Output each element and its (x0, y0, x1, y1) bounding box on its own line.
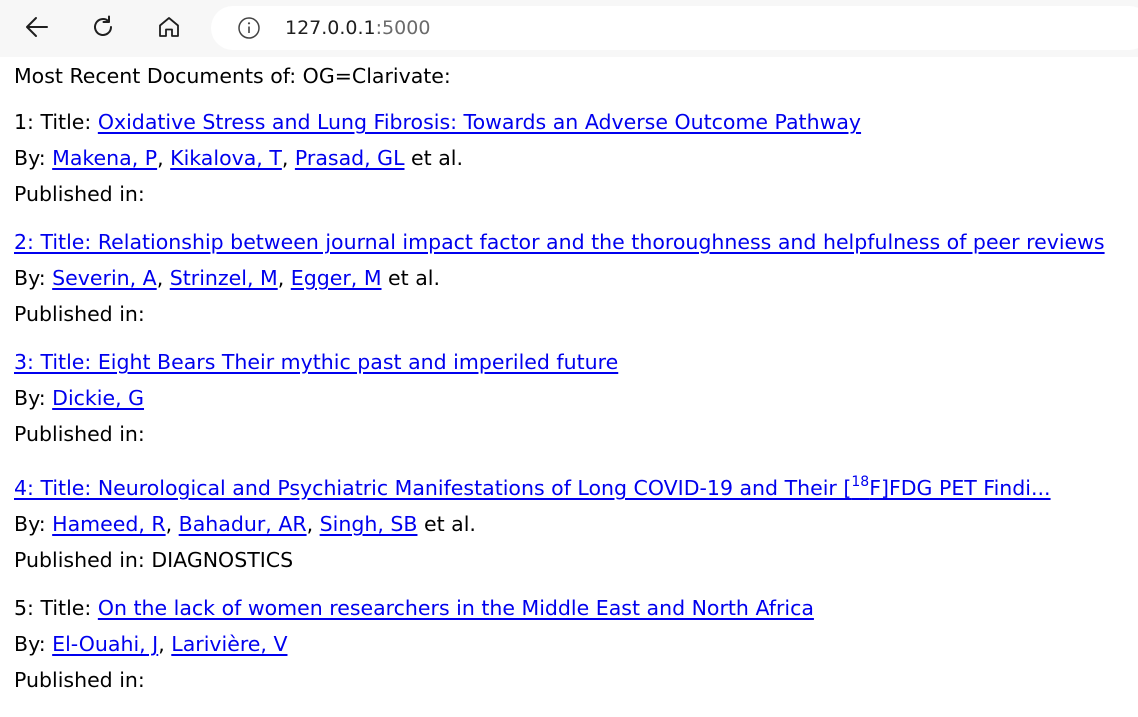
by-label: By: (14, 632, 46, 656)
url-text: 127.0.0.1:5000 (285, 17, 430, 39)
document-title-link[interactable]: Oxidative Stress and Lung Fibrosis: Towa… (98, 110, 861, 134)
document-item: 5: Title: On the lack of women researche… (14, 590, 1124, 698)
document-authors-line: By: Hameed, R, Bahadur, AR, Singh, SB et… (14, 512, 476, 536)
info-icon[interactable] (237, 16, 261, 40)
document-published-line: Published in: (14, 662, 1124, 698)
author-link[interactable]: Hameed, R (52, 512, 165, 536)
document-title-line: 3: Title: Eight Bears Their mythic past … (14, 344, 1124, 380)
by-label: By: (14, 386, 46, 410)
page-heading: Most Recent Documents of: OG=Clarivate: (14, 64, 451, 88)
document-authors-line: By: Dickie, G (14, 380, 1124, 416)
document-title-link[interactable]: On the lack of women researchers in the … (98, 596, 814, 620)
document-title-line: 4: Title: Neurological and Psychiatric M… (14, 470, 1124, 506)
page-content: Most Recent Documents of: OG=Clarivate: … (14, 60, 1124, 698)
home-icon (159, 17, 179, 37)
address-bar[interactable]: 127.0.0.1:5000 (211, 6, 1138, 50)
back-arrow-icon (26, 17, 48, 37)
document-title-part: F]FDG PET Findi... (869, 476, 1051, 500)
author-link[interactable]: Prasad, GL (295, 146, 405, 170)
published-value: DIAGNOSTICS (151, 548, 294, 572)
by-label: By: (14, 266, 46, 290)
document-authors-line: By: Makena, P, Kikalova, T, Prasad, GL e… (14, 146, 463, 170)
published-label: Published in: (14, 182, 145, 206)
document-item: 3: Title: Eight Bears Their mythic past … (14, 344, 1124, 452)
published-label: Published in: (14, 422, 145, 446)
by-label: By: (14, 512, 46, 536)
document-item: 4: Title: Neurological and Psychiatric M… (14, 470, 1124, 578)
author-link[interactable]: Strinzel, M (170, 266, 278, 290)
document-title-link[interactable]: 3: Title: Eight Bears Their mythic past … (14, 350, 618, 374)
author-link[interactable]: Bahadur, AR (179, 512, 307, 536)
document-published-line: Published in: DIAGNOSTICS (14, 542, 1124, 578)
document-authors-line: By: El-Ouahi, J, Larivière, V (14, 632, 288, 656)
document-title-line: 2: Title: Relationship between journal i… (14, 224, 1124, 260)
document-published-line: Published in: (14, 176, 1124, 212)
document-title-line: 5: Title: On the lack of women researche… (14, 590, 1124, 626)
document-published-line: Published in: (14, 416, 1124, 452)
et-al-text: et al. (388, 266, 440, 290)
reload-button[interactable] (86, 10, 120, 44)
reload-icon (94, 15, 112, 36)
document-title-link[interactable]: 2: Title: Relationship between journal i… (14, 230, 1105, 254)
document-title-superscript: 18 (851, 474, 870, 490)
author-link[interactable]: Egger, M (291, 266, 382, 290)
author-link[interactable]: Dickie, G (52, 386, 144, 410)
published-label: Published in: (14, 668, 145, 692)
document-title-link[interactable]: 4: Title: Neurological and Psychiatric M… (14, 474, 1051, 500)
browser-toolbar: 127.0.0.1:5000 (0, 0, 1138, 57)
back-button[interactable] (20, 10, 54, 44)
author-link[interactable]: Kikalova, T (170, 146, 282, 170)
et-al-text: et al. (424, 512, 476, 536)
by-label: By: (14, 146, 46, 170)
home-button[interactable] (152, 10, 186, 44)
document-item: 2: Title: Relationship between journal i… (14, 224, 1124, 332)
url-host: 127.0.0.1 (285, 17, 376, 39)
document-prefix: 1: Title: (14, 110, 92, 134)
et-al-text: et al. (411, 146, 463, 170)
document-title-part: 4: Title: Neurological and Psychiatric M… (14, 476, 852, 500)
author-link[interactable]: El-Ouahi, J (52, 632, 158, 656)
author-link[interactable]: Severin, A (52, 266, 157, 290)
published-label: Published in: (14, 302, 145, 326)
document-authors-line: By: Severin, A, Strinzel, M, Egger, M et… (14, 266, 440, 290)
document-published-line: Published in: (14, 296, 1124, 332)
author-link[interactable]: Larivière, V (171, 632, 287, 656)
author-link[interactable]: Singh, SB (320, 512, 418, 536)
published-label: Published in: (14, 548, 145, 572)
url-port: :5000 (375, 17, 431, 39)
author-link[interactable]: Makena, P (52, 146, 157, 170)
document-title-line: 1: Title: Oxidative Stress and Lung Fibr… (14, 104, 1124, 140)
document-prefix: 5: Title: (14, 596, 92, 620)
document-item: 1: Title: Oxidative Stress and Lung Fibr… (14, 104, 1124, 212)
